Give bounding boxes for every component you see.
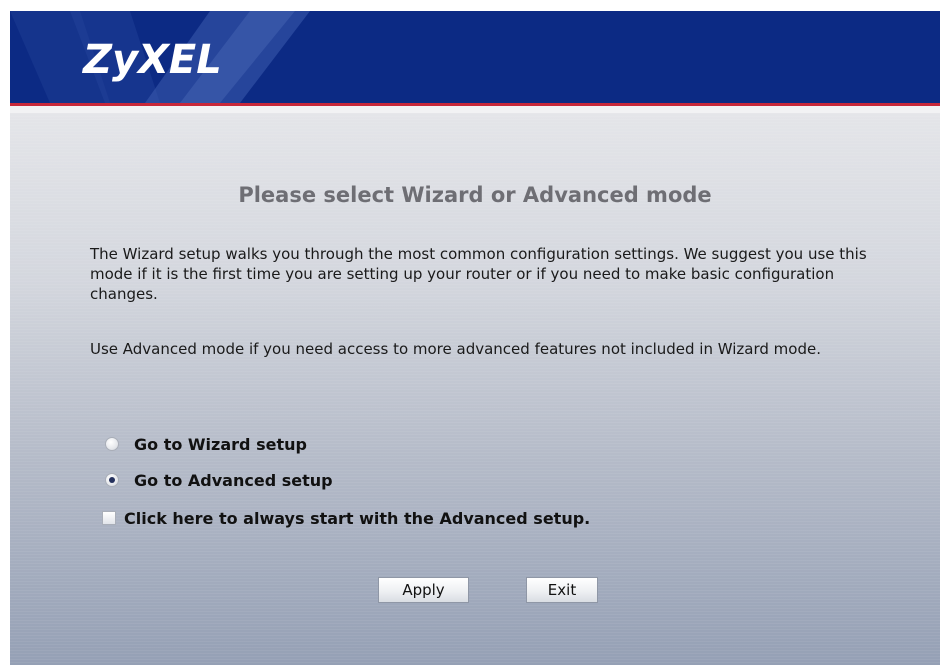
wizard-setup-radio[interactable] [105,437,119,451]
main-content: Please select Wizard or Advanced mode Th… [10,113,940,665]
advanced-setup-option[interactable]: Go to Advanced setup [105,469,333,491]
wizard-setup-option[interactable]: Go to Wizard setup [105,433,307,455]
always-advanced-checkbox[interactable] [102,511,116,525]
advanced-setup-radio[interactable] [105,473,119,487]
router-setup-window: ZyXEL Please select Wizard or Advanced m… [10,11,940,665]
page-title: Please select Wizard or Advanced mode [238,183,712,207]
apply-button[interactable]: Apply [378,577,469,603]
advanced-description: Use Advanced mode if you need access to … [90,340,821,358]
header-banner: ZyXEL [10,11,940,103]
exit-button[interactable]: Exit [526,577,598,603]
always-advanced-option[interactable]: Click here to always start with the Adva… [102,507,590,529]
always-advanced-label[interactable]: Click here to always start with the Adva… [124,509,590,528]
header-divider [10,106,940,113]
zyxel-logo: ZyXEL [83,37,222,83]
wizard-setup-label[interactable]: Go to Wizard setup [134,435,307,454]
wizard-description: The Wizard setup walks you through the m… [90,245,867,303]
advanced-setup-label[interactable]: Go to Advanced setup [134,471,333,490]
